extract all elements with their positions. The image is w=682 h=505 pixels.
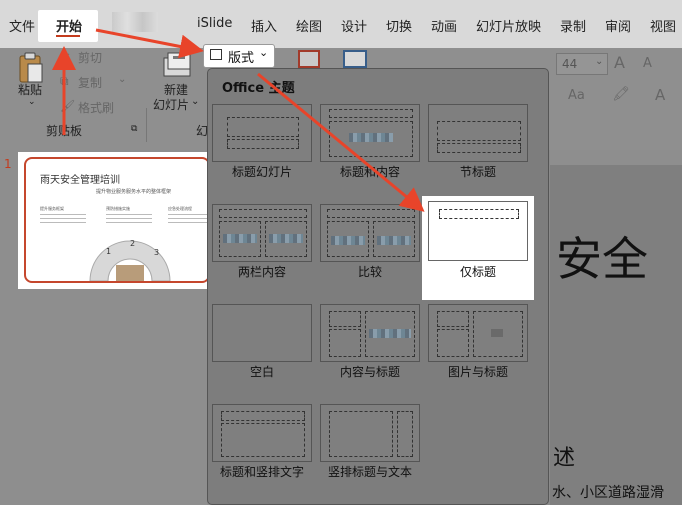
layout-comparison-label[interactable]: 比较 (315, 263, 425, 280)
new-slide-label-2[interactable]: 幻灯片 (153, 96, 189, 113)
tab-animations[interactable]: 动画 (431, 16, 457, 35)
tab-transitions[interactable]: 切换 (386, 16, 412, 35)
copy-button[interactable]: 复制 (78, 74, 102, 91)
tab-record[interactable]: 录制 (560, 16, 586, 35)
paste-dropdown-icon[interactable]: ⌄ (28, 97, 36, 107)
copy-icon[interactable]: ⧉ (60, 74, 69, 89)
layout-blank-label[interactable]: 空白 (207, 363, 317, 380)
menu-bar: 文件 开始 iSlide 插入 绘图 设计 切换 动画 幻灯片放映 录制 审阅 … (0, 0, 682, 48)
layout-dropdown-icon: ⌄ (259, 46, 269, 59)
thumb-step-2: 2 (130, 239, 136, 248)
paste-icon[interactable] (18, 52, 44, 84)
layout-title-vertical-text-label[interactable]: 标题和竖排文字 (207, 463, 317, 480)
tab-slideshow[interactable]: 幻灯片放映 (476, 16, 541, 35)
layout-title-slide-label[interactable]: 标题幻灯片 (207, 163, 317, 180)
scissors-icon[interactable]: ✂ (60, 49, 70, 63)
format-painter-button[interactable]: 格式刷 (78, 99, 114, 116)
layout-picture-caption-label[interactable]: 图片与标题 (423, 363, 533, 380)
tab-file[interactable]: 文件 (9, 16, 35, 35)
layout-blank[interactable] (212, 304, 312, 362)
font-size-box[interactable]: 44 ⌄ (556, 53, 608, 75)
font-color-icon[interactable]: A (655, 86, 665, 104)
new-slide-dropdown-icon[interactable]: ⌄ (191, 96, 199, 107)
canvas-heading-text[interactable]: 述 (553, 440, 575, 472)
thumb-step-3: 3 (154, 248, 160, 257)
tab-islide[interactable]: iSlide (197, 16, 232, 31)
canvas-body-text[interactable]: 水、小区道路湿滑 (552, 482, 664, 502)
layout-title-vertical-text[interactable] (212, 404, 312, 462)
thumb-text-lines-3 (168, 214, 208, 226)
slide-thumbnail-content: 雨天安全管理培训 提升物业服务服务水平的整体框架 提升服务框架 预防措施实施 应… (24, 157, 210, 283)
cut-button[interactable]: 剪切 (78, 49, 102, 66)
thumb-text-lines-1 (40, 214, 86, 226)
layout-title-content-label[interactable]: 标题和内容 (315, 163, 425, 180)
font-shrink-icon[interactable]: A (643, 56, 652, 71)
dialog-launcher-icon[interactable]: ⧉ (131, 124, 137, 134)
layout-icon (210, 49, 222, 60)
layout-content-caption-label[interactable]: 内容与标题 (315, 363, 425, 380)
layout-section-header-label[interactable]: 节标题 (423, 163, 533, 180)
layout-comparison[interactable] (320, 204, 420, 262)
tab-draw[interactable]: 绘图 (296, 16, 322, 35)
layout-title-content[interactable] (320, 104, 420, 162)
dropdown-title: Office 主题 (222, 81, 295, 96)
font-grow-icon[interactable]: A (614, 53, 625, 72)
clipboard-group-label: 剪贴板 (46, 124, 83, 138)
layout-label: 版式 (228, 51, 255, 66)
canvas-title-text[interactable]: 安全 (556, 223, 648, 289)
layout-content-caption[interactable] (320, 304, 420, 362)
layout-button[interactable]: 版式 ⌄ (203, 44, 275, 68)
reset-icon[interactable] (298, 50, 320, 68)
tab-home[interactable]: 开始 (56, 16, 82, 35)
tab-view[interactable]: 视图 (650, 16, 676, 35)
blurred-user-area (112, 12, 158, 32)
section-icon[interactable] (343, 50, 367, 68)
font-size-value: 44 (562, 57, 578, 71)
thumb-step-1: 1 (106, 247, 112, 256)
format-painter-icon[interactable]: 🖌 (60, 99, 75, 113)
tab-design[interactable]: 设计 (341, 16, 367, 35)
tab-insert[interactable]: 插入 (251, 16, 277, 35)
thumb-subtitle: 提升物业服务服务水平的整体框架 (96, 189, 172, 195)
group-separator (146, 108, 147, 142)
tab-review[interactable]: 审阅 (605, 16, 631, 35)
layout-title-only[interactable] (428, 201, 528, 261)
thumb-col1: 提升服务框架 (40, 206, 64, 211)
slide-number: 1 (4, 157, 12, 171)
thumb-col2: 预防措施实施 (106, 206, 130, 211)
tab-home-underline (56, 35, 80, 37)
paste-label[interactable]: 粘贴 (18, 81, 42, 98)
thumb-text-lines-2 (106, 214, 152, 226)
layout-title-slide[interactable] (212, 104, 312, 162)
highlighter-icon[interactable]: 🖍 (612, 86, 630, 102)
copy-dropdown-icon[interactable]: ⌄ (118, 74, 126, 85)
thumb-title: 雨天安全管理培训 (40, 175, 120, 186)
layout-title-only-label[interactable]: 仅标题 (423, 263, 533, 280)
layout-section-header[interactable] (428, 104, 528, 162)
change-case-icon[interactable]: Aa (568, 88, 585, 103)
layout-two-content-label[interactable]: 两栏内容 (207, 263, 317, 280)
new-slide-icon[interactable] (163, 52, 191, 78)
layout-vertical-title-text[interactable] (320, 404, 420, 462)
font-size-dropdown-icon: ⌄ (595, 56, 604, 67)
layout-vertical-title-text-label[interactable]: 竖排标题与文本 (315, 463, 425, 480)
thumb-col3: 应急处理流程 (168, 206, 192, 211)
layout-two-content[interactable] (212, 204, 312, 262)
layout-picture-caption[interactable] (428, 304, 528, 362)
